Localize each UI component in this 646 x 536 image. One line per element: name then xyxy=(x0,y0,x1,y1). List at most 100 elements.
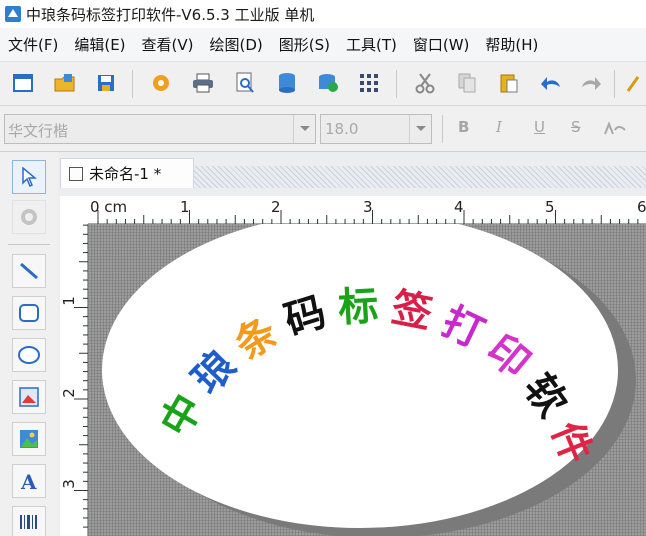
window-title: 中琅条码标签打印软件-V6.5.3 工业版 单机 xyxy=(26,5,315,24)
app-logo-icon xyxy=(5,6,21,22)
bold-button[interactable]: B xyxy=(458,118,469,136)
italic-button[interactable]: I xyxy=(496,118,502,136)
format-toolbar: 华文行楷 18.0 B I U S xyxy=(0,106,646,152)
vertical-ruler: 1 2 3 xyxy=(60,224,88,536)
photo-tool-button[interactable] xyxy=(12,422,46,456)
pointer-arrow-icon xyxy=(22,167,37,187)
landscape-photo-icon xyxy=(20,430,38,448)
strikethrough-button[interactable]: S xyxy=(571,118,581,136)
cut-button[interactable] xyxy=(412,70,438,96)
grid-icon xyxy=(360,74,378,92)
vertical-ruler-ticks xyxy=(74,224,88,528)
text-a-icon: A xyxy=(20,470,37,492)
wand-icon xyxy=(626,76,640,92)
ruler-tick-label: 4 xyxy=(454,198,464,216)
ruler-tick-label: 2 xyxy=(59,388,78,398)
menu-window[interactable]: 窗口(W) xyxy=(405,34,478,55)
image-tool-button[interactable] xyxy=(12,380,46,414)
menu-shape[interactable]: 图形(S) xyxy=(271,34,338,55)
text-tool-button[interactable]: A xyxy=(12,464,46,498)
copy-button[interactable] xyxy=(454,70,480,96)
rotate-icon xyxy=(21,209,37,225)
print-preview-icon xyxy=(236,72,254,93)
rotate-tool-button[interactable] xyxy=(12,200,46,234)
menu-bar: 文件(F) 编辑(E) 查看(V) 绘图(D) 图形(S) 工具(T) 窗口(W… xyxy=(0,28,646,62)
toolbar-separator xyxy=(442,115,443,143)
settings-button[interactable] xyxy=(148,70,174,96)
printer-icon xyxy=(193,73,213,93)
database-icon xyxy=(279,73,295,93)
ellipse-tool-button[interactable] xyxy=(12,338,46,372)
barcode-icon xyxy=(20,515,37,529)
ruler-tick-label: 3 xyxy=(363,198,373,216)
toolbar-separator xyxy=(8,244,50,245)
redo-button[interactable] xyxy=(578,70,604,96)
toolbar-separator xyxy=(614,70,615,98)
text-effect-button[interactable] xyxy=(602,116,628,142)
more-tools-button[interactable] xyxy=(622,70,644,96)
menu-edit[interactable]: 编辑(E) xyxy=(66,34,133,55)
menu-help[interactable]: 帮助(H) xyxy=(477,34,546,55)
open-button[interactable] xyxy=(52,70,78,96)
paste-clipboard-icon xyxy=(500,74,518,93)
print-button[interactable] xyxy=(190,70,216,96)
rectangle-tool-button[interactable] xyxy=(12,296,46,330)
label-character: 标 xyxy=(337,282,379,331)
svg-text:A: A xyxy=(20,470,37,492)
ruler-tick-label: 1 xyxy=(180,198,190,216)
design-canvas[interactable]: 中琅条码标签打印软件 xyxy=(88,224,646,536)
line-icon xyxy=(20,262,38,280)
ruler-tick-label: 2 xyxy=(271,198,281,216)
tab-strip-background xyxy=(194,166,646,188)
ruler-unit-label: 0 cm xyxy=(90,198,128,216)
document-icon xyxy=(69,166,83,181)
paste-button[interactable] xyxy=(496,70,522,96)
grid-button[interactable] xyxy=(356,70,382,96)
font-size-select[interactable]: 18.0 xyxy=(320,114,432,144)
new-document-button[interactable] xyxy=(10,70,36,96)
ruler-corner xyxy=(60,196,88,224)
text-effect-icon xyxy=(604,121,626,135)
open-folder-icon xyxy=(54,74,75,92)
picture-icon xyxy=(19,387,39,407)
ruler-tick-label: 6 xyxy=(637,198,646,216)
save-disk-icon xyxy=(98,75,114,91)
horizontal-ruler: 0 cm 1 2 3 4 5 6 xyxy=(88,196,646,224)
barcode-tool-button[interactable] xyxy=(12,506,46,536)
redo-arrow-icon xyxy=(582,77,601,90)
menu-tools[interactable]: 工具(T) xyxy=(338,34,405,55)
scissors-icon xyxy=(415,73,435,94)
copy-icon xyxy=(458,73,476,93)
select-tool-button[interactable] xyxy=(12,160,46,194)
database-connect-button[interactable] xyxy=(316,70,342,96)
ruler-tick-label: 3 xyxy=(59,479,78,489)
underline-button[interactable]: U xyxy=(534,118,545,136)
save-button[interactable] xyxy=(93,70,119,96)
ruler-tick-label: 5 xyxy=(545,198,555,216)
font-family-value: 华文行楷 xyxy=(8,122,69,140)
font-family-select[interactable]: 华文行楷 xyxy=(4,114,316,144)
toolbar-separator xyxy=(132,70,133,98)
line-tool-button[interactable] xyxy=(12,254,46,288)
print-preview-button[interactable] xyxy=(232,70,258,96)
chevron-down-icon xyxy=(299,126,310,131)
gear-icon xyxy=(153,75,169,91)
menu-view[interactable]: 查看(V) xyxy=(134,34,202,55)
drawing-tools-panel: A xyxy=(0,152,58,536)
new-window-icon xyxy=(13,74,33,92)
label-drawing: 中琅条码标签打印软件 xyxy=(102,224,636,536)
menu-file[interactable]: 文件(F) xyxy=(0,34,66,55)
menu-draw[interactable]: 绘图(D) xyxy=(202,34,271,55)
main-toolbar xyxy=(0,62,646,106)
rounded-rectangle-icon xyxy=(19,304,39,322)
chevron-down-icon xyxy=(415,126,426,131)
font-size-value: 18.0 xyxy=(325,120,359,138)
font-family-dropdown[interactable] xyxy=(293,115,315,143)
font-size-dropdown[interactable] xyxy=(409,115,431,143)
undo-arrow-icon xyxy=(541,77,560,90)
document-tab[interactable]: 未命名-1 * xyxy=(60,158,194,188)
database-button[interactable] xyxy=(274,70,300,96)
database-refresh-icon xyxy=(319,74,338,92)
undo-button[interactable] xyxy=(538,70,564,96)
ruler-tick-label: 1 xyxy=(59,296,78,306)
